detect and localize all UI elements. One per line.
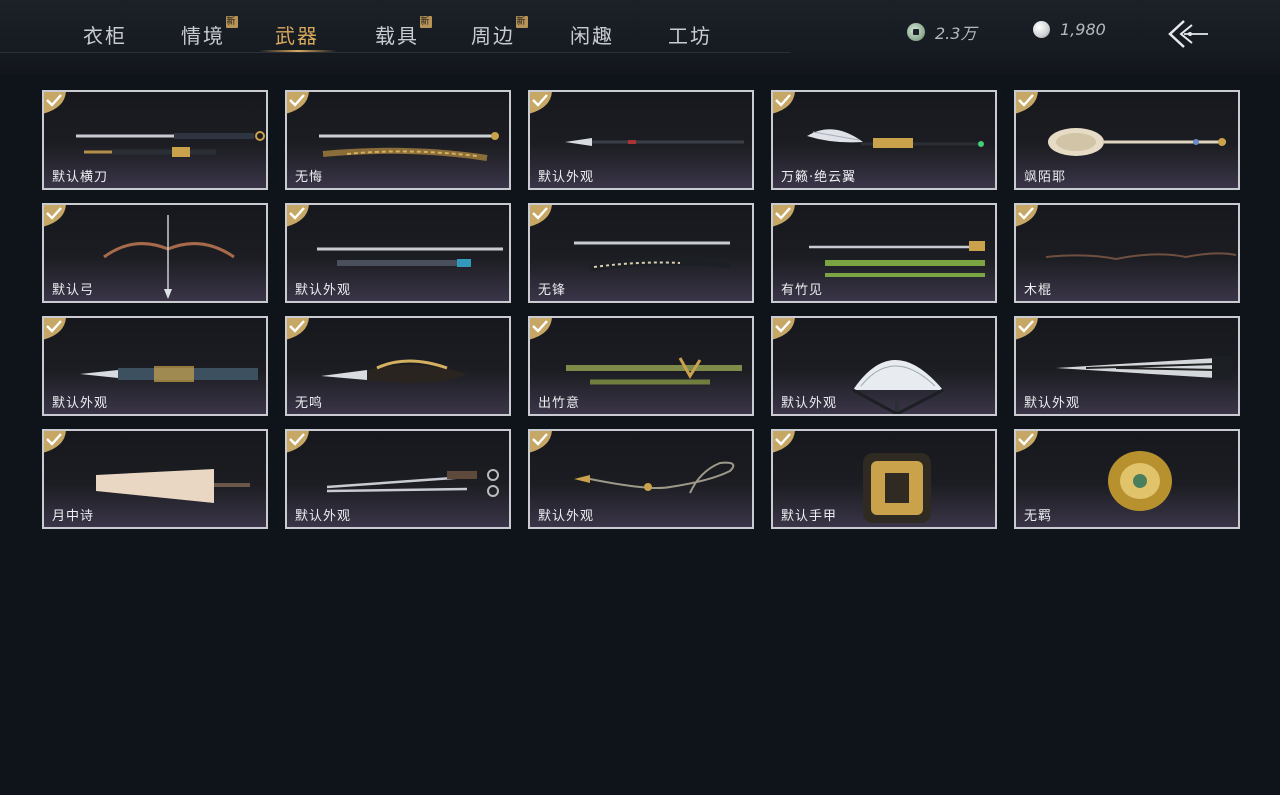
weapon-name: 飒陌耶 (1024, 170, 1067, 185)
owned-check-icon (1016, 92, 1038, 114)
owned-check-icon (44, 92, 66, 114)
weapon-card[interactable]: 月中诗 (42, 429, 268, 529)
owned-check-icon (1016, 205, 1038, 227)
tab-label: 衣柜 (83, 24, 127, 48)
tab-leisure[interactable]: 闲趣 (570, 20, 614, 49)
weapon-card[interactable]: 默认手甲 (771, 429, 997, 529)
weapon-name: 默认外观 (52, 396, 109, 411)
owned-check-icon (287, 92, 309, 114)
owned-check-icon (44, 205, 66, 227)
weapon-card[interactable]: 默认横刀 (42, 90, 268, 190)
weapon-card[interactable]: 默认外观 (42, 316, 268, 416)
owned-check-icon (1016, 431, 1038, 453)
weapon-name: 默认外观 (538, 170, 595, 185)
tab-label: 周边 (471, 24, 515, 48)
weapon-card[interactable]: 飒陌耶 (1014, 90, 1240, 190)
weapon-name: 默认外观 (295, 283, 352, 298)
weapon-card[interactable]: 默认外观 (285, 203, 511, 303)
category-tabs: 衣柜 情境 新 武器 载具 新 周边 新 闲趣 工坊 (0, 0, 790, 53)
weapon-name: 默认外观 (538, 509, 595, 524)
weapon-card[interactable]: 默认弓 (42, 203, 268, 303)
weapon-card[interactable]: 出竹意 (528, 316, 754, 416)
weapon-card[interactable]: 默认外观 (528, 429, 754, 529)
owned-check-icon (530, 205, 552, 227)
weapon-name: 出竹意 (538, 396, 581, 411)
owned-check-icon (530, 318, 552, 340)
weapon-name: 无鸣 (295, 396, 324, 411)
owned-check-icon (773, 431, 795, 453)
tab-wardrobe[interactable]: 衣柜 (83, 20, 127, 49)
weapon-card[interactable]: 默认外观 (1014, 316, 1240, 416)
tab-accessories[interactable]: 周边 新 (471, 16, 528, 49)
weapon-name: 无锋 (538, 283, 567, 298)
owned-check-icon (1016, 318, 1038, 340)
owned-check-icon (44, 431, 66, 453)
weapon-card[interactable]: 万籁·绝云翼 (771, 90, 997, 190)
owned-check-icon (530, 92, 552, 114)
owned-check-icon (530, 431, 552, 453)
weapon-card[interactable]: 默认外观 (285, 429, 511, 529)
tab-label: 情境 (181, 24, 225, 48)
weapon-card[interactable]: 无悔 (285, 90, 511, 190)
weapon-card[interactable]: 无鸣 (285, 316, 511, 416)
back-arrow-icon[interactable] (1166, 18, 1210, 50)
tab-label: 闲趣 (570, 24, 614, 48)
weapon-card[interactable]: 无锋 (528, 203, 754, 303)
weapon-name: 默认外观 (781, 396, 838, 411)
tab-weapons[interactable]: 武器 (275, 20, 319, 49)
tab-label: 载具 (375, 24, 419, 48)
jade-coin-icon (907, 23, 925, 41)
weapon-name: 有竹见 (781, 283, 824, 298)
pearl-amount: 1,980 (1060, 20, 1106, 39)
owned-check-icon (773, 92, 795, 114)
tab-scene[interactable]: 情境 新 (181, 16, 238, 49)
weapon-card[interactable]: 默认外观 (771, 316, 997, 416)
jade-amount: 2.3万 (935, 24, 977, 43)
weapon-name: 默认外观 (1024, 396, 1081, 411)
weapon-name: 默认手甲 (781, 509, 838, 524)
weapon-name: 默认横刀 (52, 170, 109, 185)
tab-workshop[interactable]: 工坊 (668, 20, 712, 49)
top-bar: 衣柜 情境 新 武器 载具 新 周边 新 闲趣 工坊 2.3万 1,980 (0, 0, 1280, 74)
weapon-name: 默认弓 (52, 283, 95, 298)
weapon-card[interactable]: 木棍 (1014, 203, 1240, 303)
owned-check-icon (773, 205, 795, 227)
owned-check-icon (287, 205, 309, 227)
pearl-currency: 1,980 (1033, 20, 1106, 39)
new-badge: 新 (516, 16, 528, 28)
weapon-name: 默认外观 (295, 509, 352, 524)
tab-label: 工坊 (668, 24, 712, 48)
new-badge: 新 (226, 16, 238, 28)
tab-label: 武器 (275, 24, 319, 48)
weapon-name: 木棍 (1024, 283, 1053, 298)
tab-vehicles[interactable]: 载具 新 (375, 16, 432, 49)
new-badge: 新 (420, 16, 432, 28)
jade-currency: 2.3万 (907, 20, 976, 44)
pearl-icon (1033, 21, 1050, 38)
owned-check-icon (44, 318, 66, 340)
active-tab-indicator (259, 50, 337, 52)
weapon-card[interactable]: 默认外观 (528, 90, 754, 190)
owned-check-icon (287, 431, 309, 453)
weapon-name: 无羁 (1024, 509, 1053, 524)
owned-check-icon (287, 318, 309, 340)
owned-check-icon (773, 318, 795, 340)
weapon-card[interactable]: 有竹见 (771, 203, 997, 303)
weapon-name: 月中诗 (52, 509, 95, 524)
weapon-name: 无悔 (295, 170, 324, 185)
weapon-card[interactable]: 无羁 (1014, 429, 1240, 529)
weapon-name: 万籁·绝云翼 (781, 170, 857, 185)
